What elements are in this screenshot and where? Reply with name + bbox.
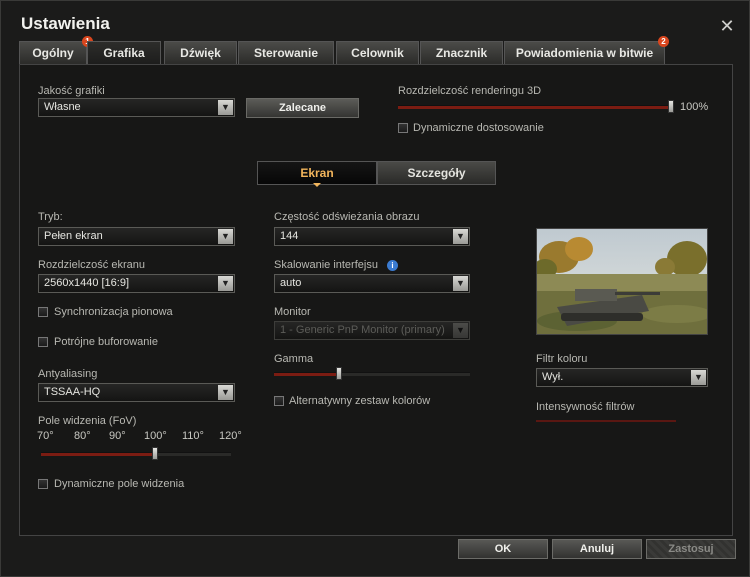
fov-slider[interactable] [41, 452, 231, 456]
aa-label: Antyaliasing [38, 368, 98, 380]
window-title: Ustawienia [21, 14, 110, 33]
tab-battle-notifications[interactable]: Powiadomienia w bitwie [504, 41, 665, 65]
render-res-value: 100% [680, 101, 709, 113]
alt-colors-label: Alternatywny zestaw kolorów [289, 395, 431, 407]
resolution-label: Rozdzielczość ekranu [38, 259, 145, 271]
filter-intensity-label: Intensywność filtrów [536, 401, 635, 413]
mode-value: Pełen ekran [44, 230, 103, 242]
fov-tick: 70° [37, 430, 54, 442]
tab-notifications-badge: 2 [658, 36, 669, 47]
color-filter-select[interactable]: Wył. ▼ [536, 368, 708, 387]
refresh-select[interactable]: 144 ▼ [274, 227, 470, 246]
gamma-slider[interactable] [274, 372, 470, 376]
resolution-select[interactable]: 2560x1440 [16:9] ▼ [38, 274, 235, 293]
subtab-details-label: Szczegóły [407, 166, 466, 180]
dynamic-adjust-checkbox[interactable] [398, 123, 408, 133]
gamma-label: Gamma [274, 353, 314, 365]
close-icon[interactable]: ✕ [717, 17, 737, 37]
resolution-value: 2560x1440 [16:9] [44, 277, 130, 289]
vsync-checkbox[interactable] [38, 307, 48, 317]
fov-label: Pole widzenia (FoV) [38, 415, 137, 427]
tab-crosshair[interactable]: Celownik [336, 41, 419, 65]
quality-value: Własne [44, 101, 81, 113]
aa-value: TSSAA-HQ [44, 386, 101, 398]
chevron-down-icon: ▼ [218, 229, 233, 244]
gamma-handle[interactable] [336, 367, 342, 380]
chevron-down-icon: ▼ [218, 100, 233, 115]
render-res-label: Rozdzielczość renderingu 3D [398, 85, 542, 97]
gamma-fill [274, 373, 339, 376]
subtab-screen[interactable]: Ekran [257, 161, 377, 185]
tank-preview-illustration [537, 229, 707, 334]
monitor-select: 1 - Generic PnP Monitor (primary) ▼ [274, 321, 470, 340]
tab-sound[interactable]: Dźwięk [164, 41, 237, 65]
subtab-screen-label: Ekran [300, 166, 334, 180]
dynamic-fov-label: Dynamiczne pole widzenia [54, 478, 185, 490]
chevron-down-icon: ▼ [218, 276, 233, 291]
tab-markers[interactable]: Znacznik [420, 41, 503, 65]
alt-colors-checkbox[interactable] [274, 396, 284, 406]
subtab-active-indicator [313, 183, 321, 187]
ui-scale-label: Skalowanie interfejsu [274, 259, 378, 271]
quality-label: Jakość grafiki [38, 85, 105, 97]
refresh-label: Częstość odświeżania obrazu [274, 211, 420, 223]
tab-label: Sterowanie [253, 46, 319, 60]
color-filter-label: Filtr koloru [536, 353, 588, 365]
monitor-value: 1 - Generic PnP Monitor (primary) [280, 324, 445, 336]
recommended-button[interactable]: Zalecane [246, 98, 359, 118]
tab-label: Celownik [351, 46, 404, 60]
chevron-down-icon: ▼ [453, 323, 468, 338]
ui-scale-value: auto [280, 277, 302, 289]
render-res-slider[interactable] [398, 105, 671, 109]
dynamic-adjust-label: Dynamiczne dostosowanie [413, 122, 544, 134]
tab-label: Ogólny [32, 46, 74, 60]
fov-handle[interactable] [152, 447, 158, 460]
tab-label: Powiadomienia w bitwie [515, 46, 654, 60]
chevron-down-icon: ▼ [453, 276, 468, 291]
tab-label: Grafika [103, 46, 145, 60]
render-res-handle[interactable] [668, 100, 674, 113]
graphics-preview-image [536, 228, 708, 335]
cancel-button[interactable]: Anuluj [552, 539, 642, 559]
ok-button[interactable]: OK [458, 539, 548, 559]
dynamic-fov-checkbox[interactable] [38, 479, 48, 489]
chevron-down-icon: ▼ [453, 229, 468, 244]
tab-label: Dźwięk [180, 46, 221, 60]
tab-graphics[interactable]: Grafika [87, 41, 161, 65]
settings-window: Ustawienia ✕ Ogólny 1 Grafika Dźwięk Ste… [0, 0, 750, 577]
ui-scale-select[interactable]: auto ▼ [274, 274, 470, 293]
filter-intensity-slider[interactable] [536, 420, 676, 422]
fov-fill [41, 453, 155, 456]
vsync-label: Synchronizacja pionowa [54, 306, 173, 318]
mode-label: Tryb: [38, 211, 63, 223]
triple-buffer-checkbox[interactable] [38, 337, 48, 347]
info-icon[interactable]: i [387, 260, 398, 271]
fov-tick: 120° [219, 430, 242, 442]
refresh-value: 144 [280, 230, 299, 242]
fov-tick: 80° [74, 430, 91, 442]
subtab-switch: Ekran Szczegóły [257, 161, 497, 185]
triple-buffer-label: Potrójne buforowanie [54, 336, 158, 348]
subtab-details[interactable]: Szczegóły [377, 161, 496, 185]
chevron-down-icon: ▼ [691, 370, 706, 385]
render-res-fill [398, 106, 671, 109]
fov-tick: 110° [182, 430, 204, 442]
tab-label: Znacznik [435, 46, 488, 60]
tab-general[interactable]: Ogólny [19, 41, 87, 65]
aa-select[interactable]: TSSAA-HQ ▼ [38, 383, 235, 402]
quality-select[interactable]: Własne ▼ [38, 98, 235, 117]
fov-tick: 90° [109, 430, 126, 442]
monitor-label: Monitor [274, 306, 311, 318]
tab-controls[interactable]: Sterowanie [238, 41, 334, 65]
mode-select[interactable]: Pełen ekran ▼ [38, 227, 235, 246]
color-filter-value: Wył. [542, 371, 564, 383]
chevron-down-icon: ▼ [218, 385, 233, 400]
apply-button[interactable]: Zastosuj [646, 539, 736, 559]
fov-tick: 100° [144, 430, 167, 442]
